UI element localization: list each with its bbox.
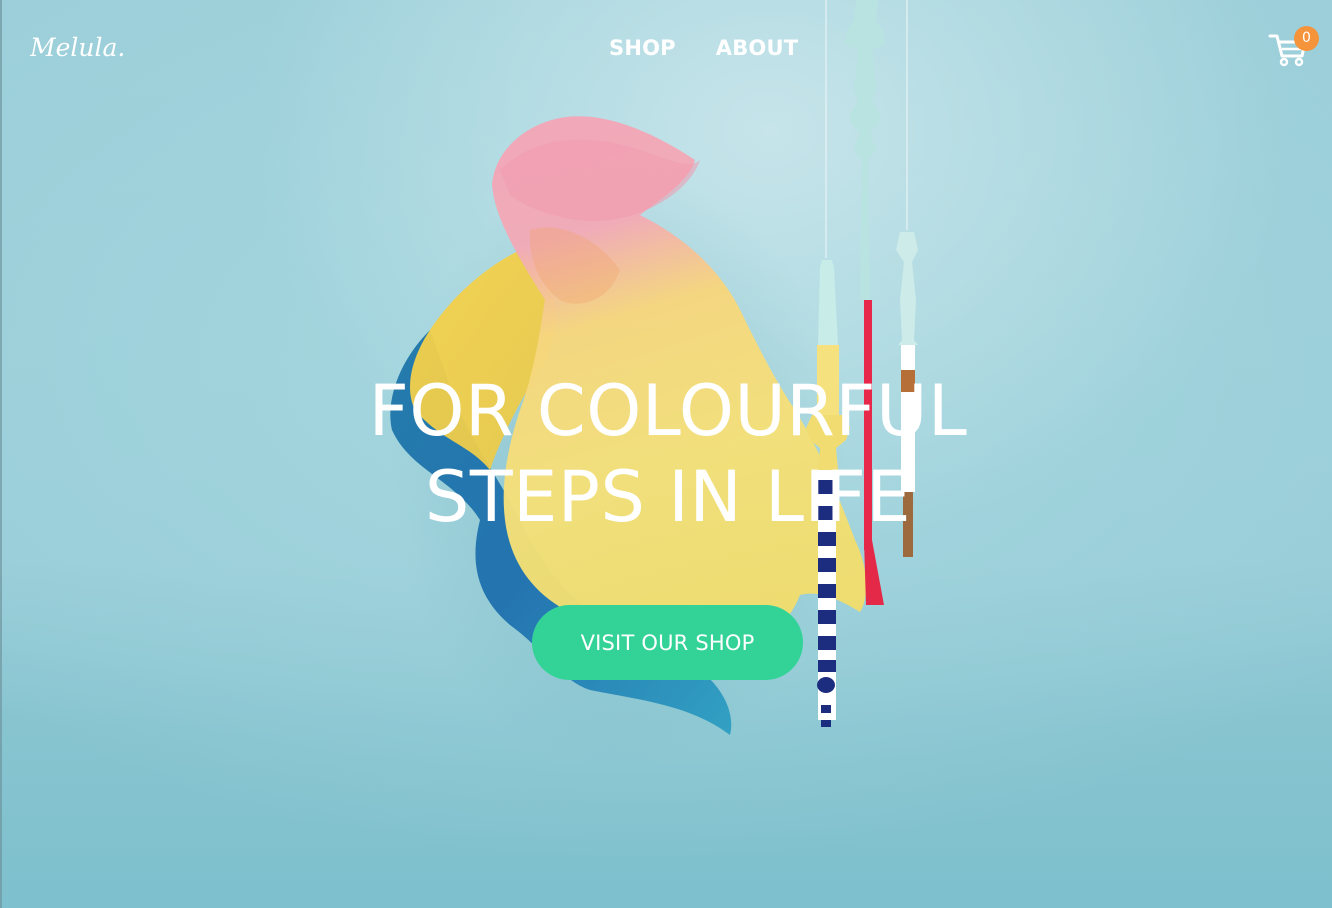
hero-headline: FOR COLOURFUL STEPS IN LIFE — [300, 368, 1036, 540]
cart-count-badge: 0 — [1294, 26, 1319, 51]
nav-item-shop[interactable]: SHOP — [609, 34, 676, 62]
logo-text: Melula. — [30, 33, 124, 62]
melula-logo[interactable]: Melula. — [30, 28, 124, 68]
hero-section: Melula. SHOP ABOUT 0 FOR COLOURFUL STEPS… — [0, 0, 1332, 908]
hero-headline-line-2: STEPS IN LIFE — [424, 456, 912, 538]
visit-shop-button[interactable]: VISIT OUR SHOP — [532, 605, 803, 680]
hero-headline-line-1: FOR COLOURFUL — [368, 370, 968, 452]
main-nav: SHOP ABOUT — [609, 34, 798, 62]
nav-item-about[interactable]: ABOUT — [716, 34, 799, 62]
